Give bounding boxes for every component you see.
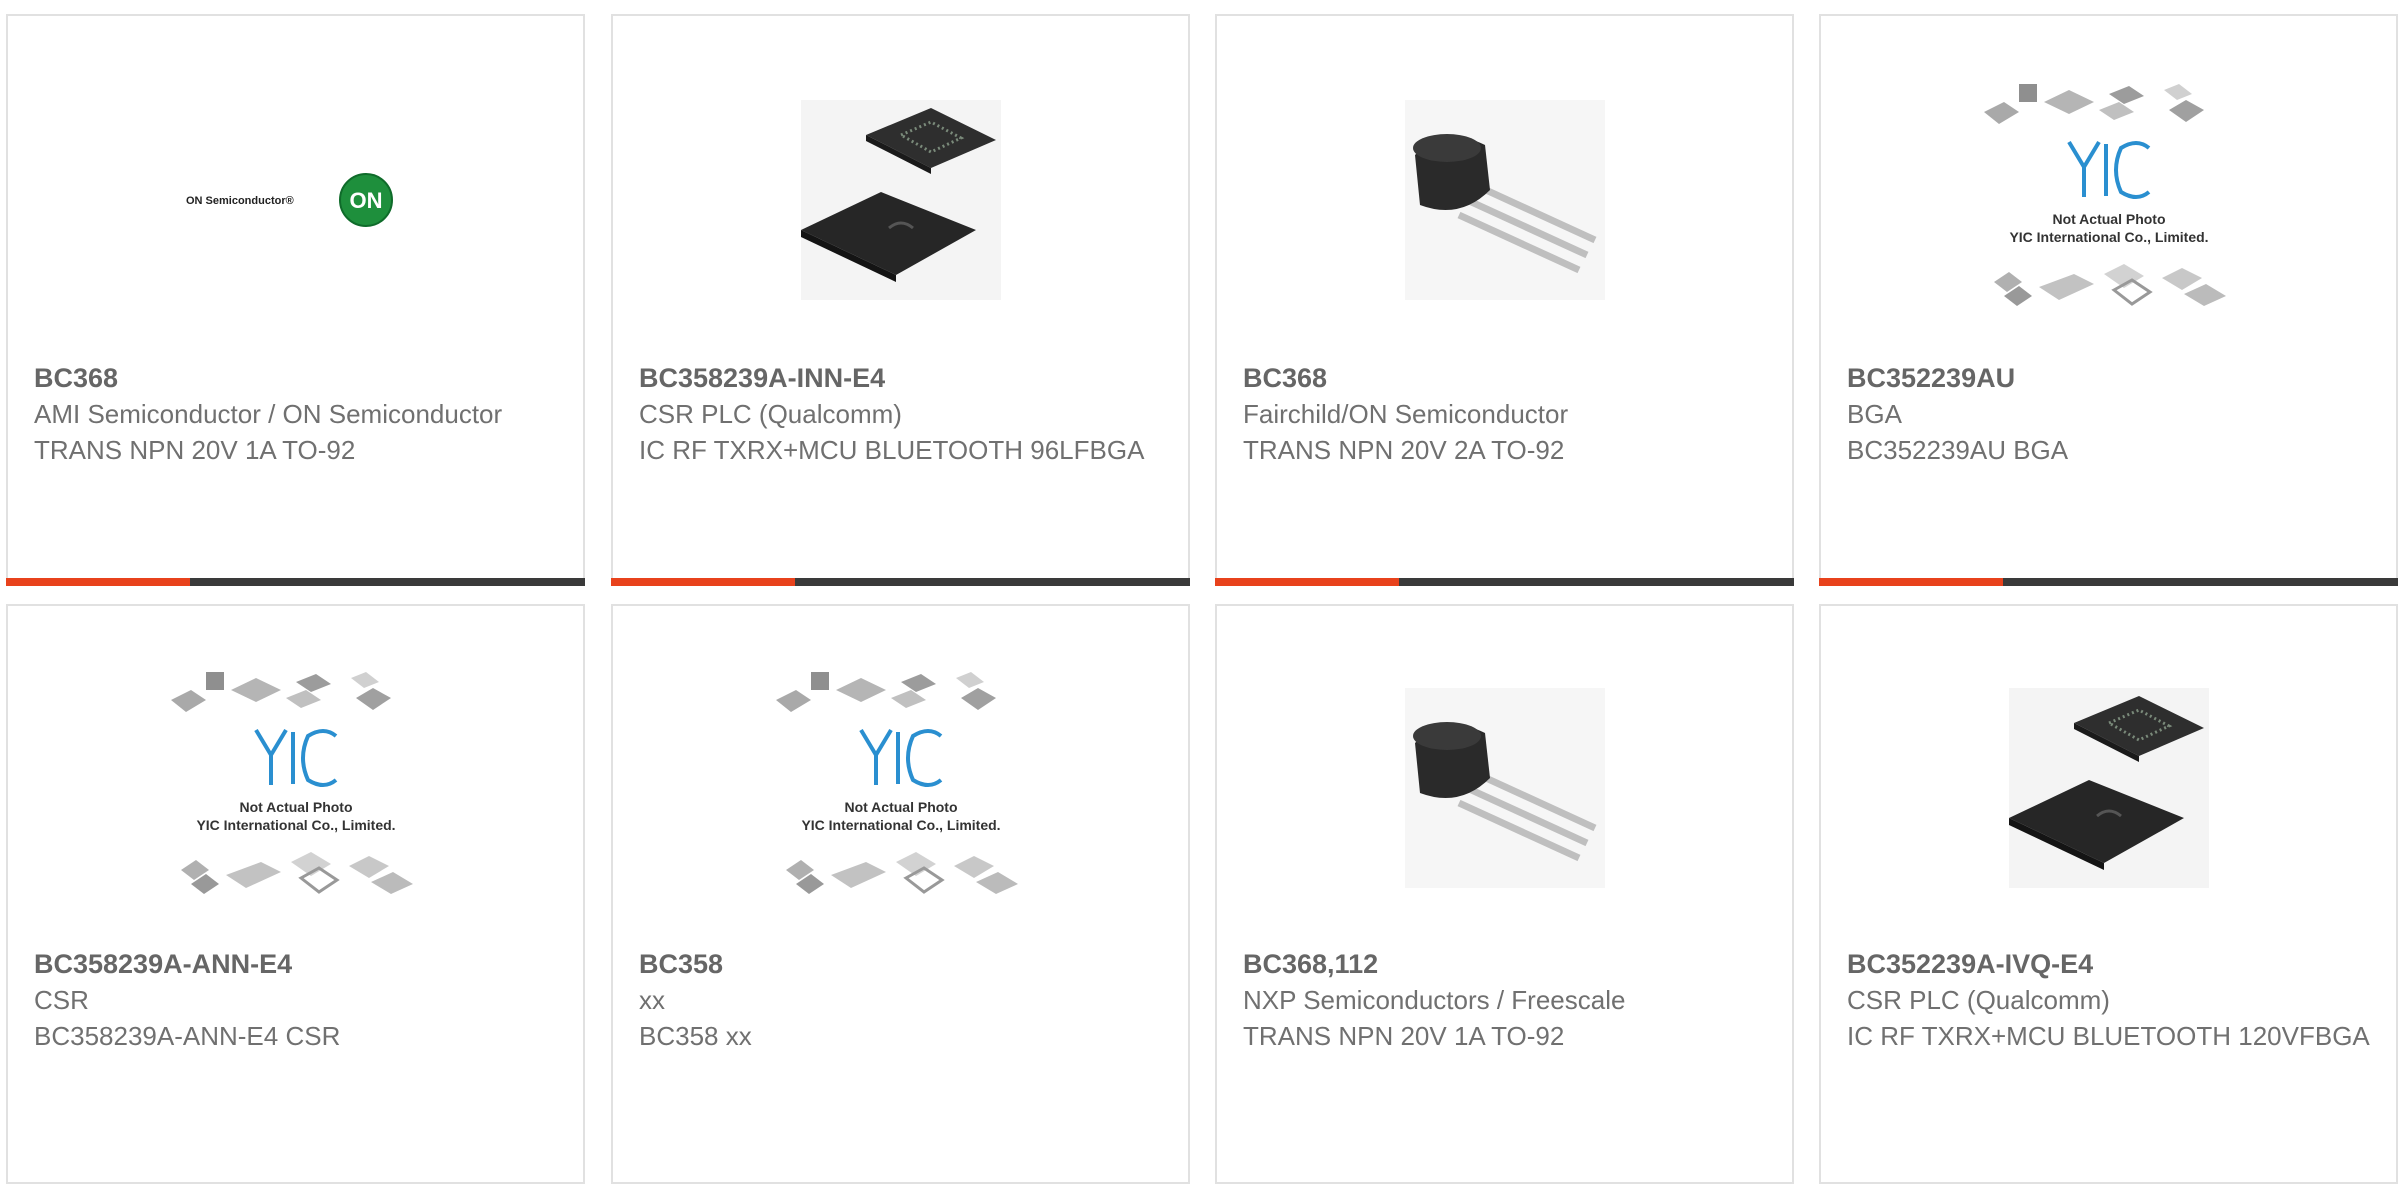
manufacturer: BGA <box>1847 399 1902 429</box>
part-number[interactable]: BC368,112 <box>1243 946 1772 982</box>
svg-text:ON Semiconductor®: ON Semiconductor® <box>186 195 294 207</box>
part-number[interactable]: BC352239AU <box>1847 360 2376 396</box>
product-info: BC368 Fairchild/ON Semiconductor TRANS N… <box>1243 360 1772 468</box>
transistor-icon <box>1404 100 1605 300</box>
card-accent-bar <box>6 578 585 586</box>
product-card[interactable]: BC368,112 NXP Semiconductors / Freescale… <box>1215 604 1794 1184</box>
manufacturer: Fairchild/ON Semiconductor <box>1243 399 1569 429</box>
description: BC352239AU BGA <box>1847 435 2069 465</box>
on-semiconductor-logo: ON Semiconductor® ON <box>186 173 393 227</box>
yic-placeholder-icon: Not Actual Photo YIC International Co., … <box>1983 84 2226 306</box>
manufacturer: xx <box>639 985 665 1015</box>
card-accent-bar <box>611 578 1190 586</box>
svg-text:Not Actual Photo: Not Actual Photo <box>844 799 957 815</box>
svg-text:ON: ON <box>349 188 382 213</box>
svg-text:YIC International Co., Limited: YIC International Co., Limited. <box>801 817 1000 833</box>
product-info: BC358239A-ANN-E4 CSR BC358239A-ANN-E4 CS… <box>34 946 563 1054</box>
product-info: BC352239AU BGA BC352239AU BGA <box>1847 360 2376 468</box>
card-accent-bar <box>1819 578 2398 586</box>
description: BC358 xx <box>639 1021 752 1051</box>
manufacturer: CSR <box>34 985 89 1015</box>
product-grid: ON Semiconductor® ON BC368 AMI Semicondu… <box>0 0 2400 1184</box>
product-image[interactable] <box>1821 664 2396 912</box>
manufacturer: CSR PLC (Qualcomm) <box>1847 985 2110 1015</box>
manufacturer: NXP Semiconductors / Freescale <box>1243 985 1626 1015</box>
description: TRANS NPN 20V 2A TO-92 <box>1243 435 1565 465</box>
product-card[interactable]: Not Actual Photo YIC International Co., … <box>611 604 1190 1184</box>
product-image[interactable]: Not Actual Photo YIC International Co., … <box>8 664 583 912</box>
product-info: BC358239A-INN-E4 CSR PLC (Qualcomm) IC R… <box>639 360 1168 468</box>
part-number[interactable]: BC358239A-ANN-E4 <box>34 946 563 982</box>
product-card[interactable]: ON Semiconductor® ON BC368 AMI Semicondu… <box>6 14 585 586</box>
product-card[interactable]: BC352239A-IVQ-E4 CSR PLC (Qualcomm) IC R… <box>1819 604 2398 1184</box>
yic-placeholder-icon: Not Actual Photo YIC International Co., … <box>775 672 1018 894</box>
part-number[interactable]: BC358239A-INN-E4 <box>639 360 1168 396</box>
description: IC RF TXRX+MCU BLUETOOTH 120VFBGA <box>1847 1021 2370 1051</box>
product-info: BC368 AMI Semiconductor / ON Semiconduct… <box>34 360 563 468</box>
manufacturer: CSR PLC (Qualcomm) <box>639 399 902 429</box>
yic-placeholder-icon: Not Actual Photo YIC International Co., … <box>170 672 413 894</box>
product-image[interactable]: Not Actual Photo YIC International Co., … <box>1821 76 2396 324</box>
product-info: BC352239A-IVQ-E4 CSR PLC (Qualcomm) IC R… <box>1847 946 2376 1054</box>
description: TRANS NPN 20V 1A TO-92 <box>34 435 356 465</box>
description: IC RF TXRX+MCU BLUETOOTH 96LFBGA <box>639 435 1145 465</box>
bga-chip-icon <box>2008 688 2209 888</box>
product-card[interactable]: BC368 Fairchild/ON Semiconductor TRANS N… <box>1215 14 1794 586</box>
product-image[interactable] <box>613 76 1188 324</box>
product-card[interactable]: Not Actual Photo YIC International Co., … <box>6 604 585 1184</box>
part-number[interactable]: BC368 <box>1243 360 1772 396</box>
product-image[interactable] <box>1217 664 1792 912</box>
description: BC358239A-ANN-E4 CSR <box>34 1021 341 1051</box>
manufacturer: AMI Semiconductor / ON Semiconductor <box>34 399 503 429</box>
card-accent-bar <box>1215 578 1794 586</box>
bga-chip-icon <box>800 100 1001 300</box>
part-number[interactable]: BC352239A-IVQ-E4 <box>1847 946 2376 982</box>
product-info: BC368,112 NXP Semiconductors / Freescale… <box>1243 946 1772 1054</box>
part-number[interactable]: BC358 <box>639 946 1168 982</box>
svg-text:Not Actual Photo: Not Actual Photo <box>239 799 352 815</box>
product-image[interactable] <box>1217 76 1792 324</box>
product-info: BC358 xx BC358 xx <box>639 946 1168 1054</box>
product-card[interactable]: Not Actual Photo YIC International Co., … <box>1819 14 2398 586</box>
svg-text:YIC International Co., Limited: YIC International Co., Limited. <box>196 817 395 833</box>
product-image[interactable]: Not Actual Photo YIC International Co., … <box>613 664 1188 912</box>
description: TRANS NPN 20V 1A TO-92 <box>1243 1021 1565 1051</box>
svg-text:Not Actual Photo: Not Actual Photo <box>2052 211 2165 227</box>
transistor-icon <box>1404 688 1605 888</box>
svg-text:YIC International Co., Limited: YIC International Co., Limited. <box>2009 229 2208 245</box>
product-card[interactable]: BC358239A-INN-E4 CSR PLC (Qualcomm) IC R… <box>611 14 1190 586</box>
part-number[interactable]: BC368 <box>34 360 563 396</box>
product-image[interactable]: ON Semiconductor® ON <box>8 76 583 324</box>
